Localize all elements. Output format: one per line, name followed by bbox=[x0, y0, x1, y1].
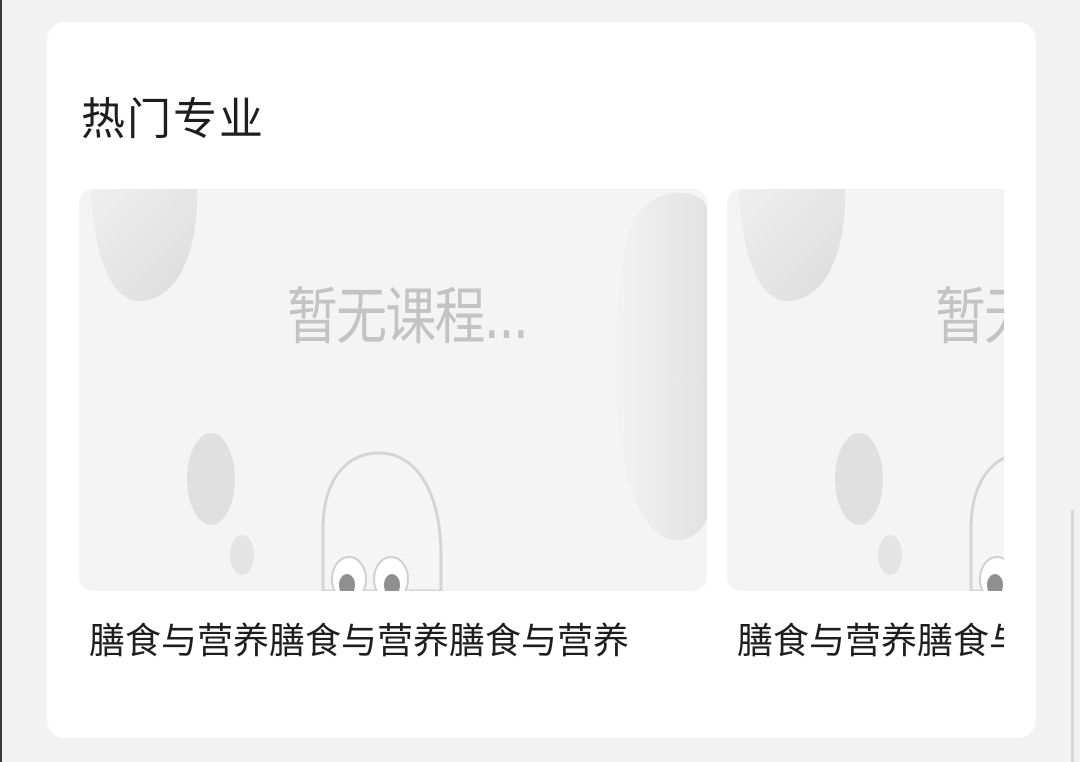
empty-placeholder-text: 暂无课程... bbox=[287, 280, 529, 353]
course-carousel[interactable]: 暂无课程... 膳食与营养膳食与营养膳食与营养 暂无课程... bbox=[79, 189, 1004, 689]
course-thumbnail: 暂无课程... bbox=[727, 189, 1004, 591]
empty-illustration-icon bbox=[739, 189, 1004, 591]
course-card[interactable]: 暂无课程... 膳食与营养膳食与营养膳食与营养 bbox=[727, 189, 1004, 669]
course-title[interactable]: 膳食与营养膳食与营养膳食与营养 bbox=[737, 617, 1004, 667]
screen-left-edge bbox=[0, 0, 2, 762]
scrollbar[interactable] bbox=[1071, 510, 1074, 762]
course-card[interactable]: 暂无课程... 膳食与营养膳食与营养膳食与营养 bbox=[79, 189, 707, 669]
empty-placeholder-text: 暂无课程... bbox=[935, 280, 1004, 353]
course-title[interactable]: 膳食与营养膳食与营养膳食与营养 bbox=[89, 617, 689, 667]
section-title: 热门专业 bbox=[81, 94, 265, 145]
empty-illustration-icon bbox=[91, 189, 707, 591]
course-thumbnail: 暂无课程... bbox=[79, 189, 707, 591]
